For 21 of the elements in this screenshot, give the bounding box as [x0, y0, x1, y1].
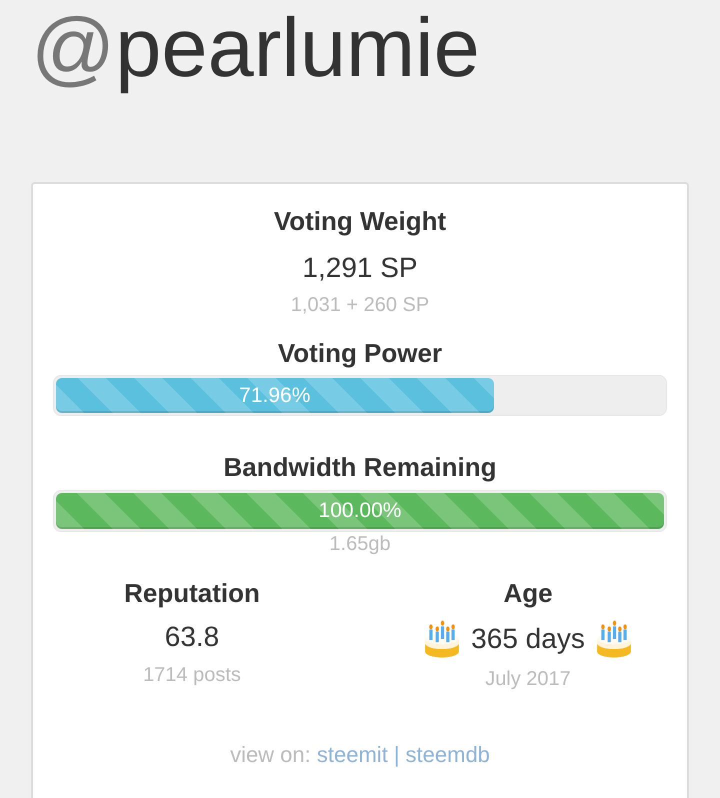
voting-weight-value: 1,291 SP	[302, 251, 418, 285]
at-sign: @	[31, 1, 116, 94]
username-text: pearlumie	[115, 1, 480, 94]
site-link[interactable]: steemit	[316, 742, 388, 767]
bandwidth-amount: 1.65gb	[329, 532, 391, 556]
stat-heading: Age	[503, 578, 553, 608]
stat-detail: 1714 posts	[143, 663, 241, 687]
percentage-text: 71.96%	[239, 384, 310, 408]
stat-value: 63.8	[164, 620, 220, 654]
percentage-text: 100.00%	[318, 499, 402, 523]
stat-heading: Reputation	[124, 578, 260, 608]
section-heading: Bandwidth Remaining	[224, 452, 496, 482]
site-link[interactable]: steemdb	[406, 742, 490, 767]
section-heading: Voting Power	[278, 338, 442, 368]
stat-value: 365 days	[471, 622, 585, 656]
birthday-cake-icon	[423, 620, 462, 658]
birthday-cake-icon	[594, 620, 633, 658]
view-on-text: view on: steemit | steemdb	[230, 741, 490, 769]
voting-weight-breakdown: 1,031 + 260 SP	[290, 293, 430, 317]
stat-detail: July 2017	[485, 667, 571, 691]
section-heading: Voting Weight	[274, 206, 446, 236]
